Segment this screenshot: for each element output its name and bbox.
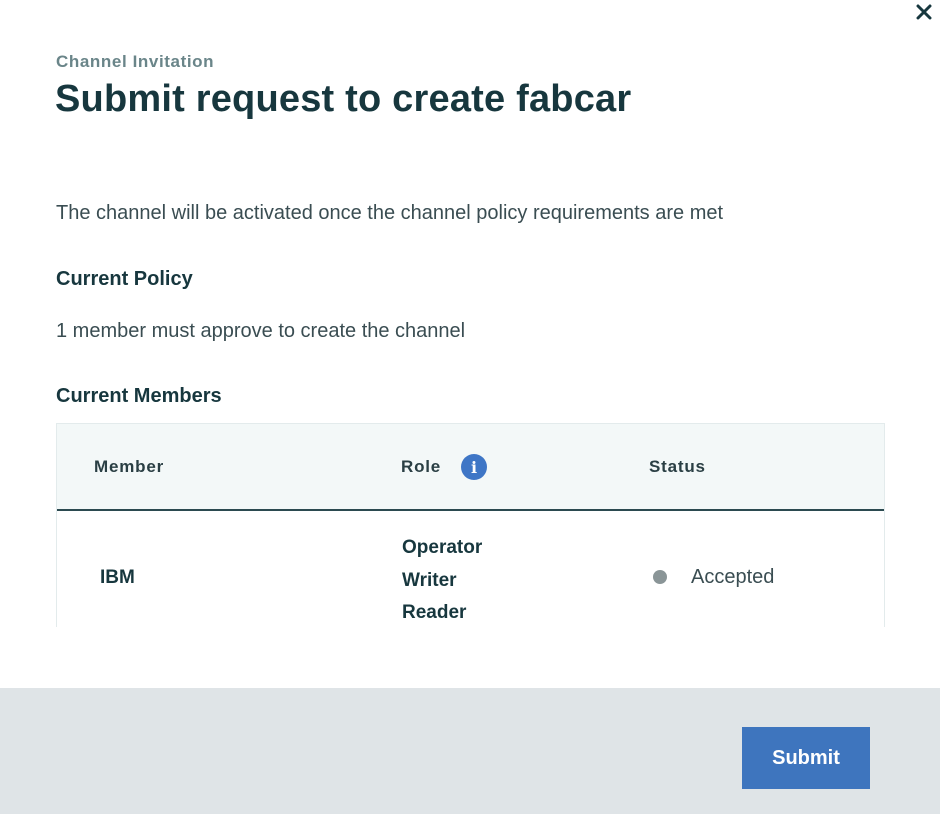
member-name: IBM (100, 567, 135, 588)
role-item: Operator (402, 537, 483, 558)
role-item: Writer (402, 569, 457, 591)
column-header-role: Role (401, 457, 442, 476)
column-header-member: Member (94, 457, 164, 476)
current-members-heading: Current Members (56, 385, 222, 407)
modal-title: Submit request to create fabcar (55, 78, 632, 120)
table-header: Member Role i Status (57, 424, 884, 511)
modal-eyebrow: Channel Invitation (56, 52, 215, 71)
current-policy-heading: Current Policy (56, 268, 193, 290)
status-dot-icon (653, 570, 667, 584)
role-item: Reader (402, 602, 467, 623)
channel-invitation-modal: Channel Invitation Submit request to cre… (0, 0, 940, 814)
modal-description: The channel will be activated once the c… (56, 202, 724, 224)
role-list: Operator Writer Reader (402, 532, 482, 627)
submit-button[interactable]: Submit (742, 727, 870, 789)
member-status: Accepted (691, 566, 775, 588)
members-table: Member Role i Status IBM Operator Writer… (56, 423, 885, 627)
column-header-status: Status (649, 457, 706, 476)
close-button[interactable] (912, 0, 936, 24)
modal-footer: Submit (0, 688, 940, 814)
current-policy-text: 1 member must approve to create the chan… (56, 320, 466, 342)
info-icon[interactable]: i (461, 454, 487, 480)
close-icon (916, 4, 932, 20)
